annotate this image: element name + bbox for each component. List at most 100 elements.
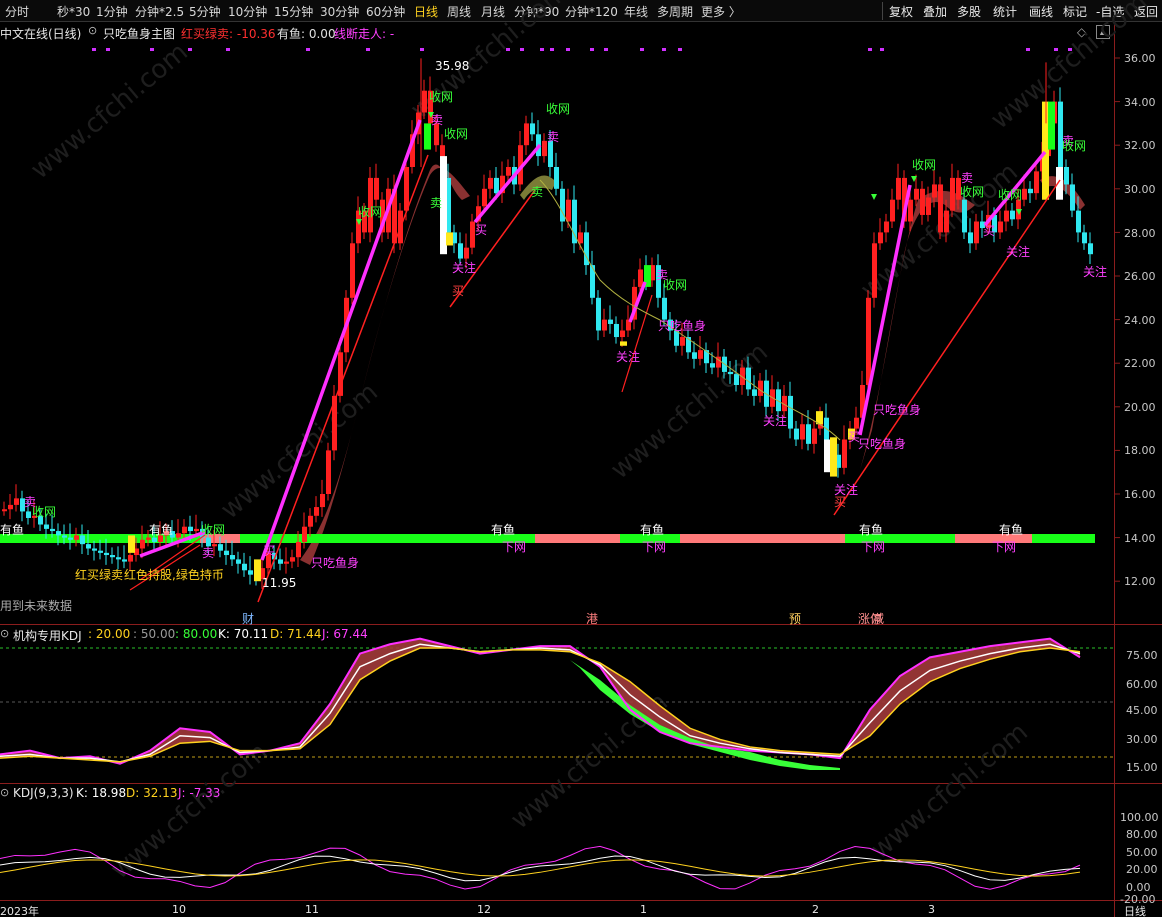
kdj-inst-legend-80: : 80.00 (175, 627, 218, 641)
signal-close-net: 收网 (912, 158, 937, 172)
date-label: 2 (812, 903, 819, 916)
strip-label-drop-net: 下网 (502, 540, 527, 554)
price-tick: 14.00 (1124, 532, 1156, 545)
candle-body (56, 531, 61, 536)
kdj-tick: 80.00 (1126, 828, 1158, 841)
price-tick: 12.00 (1124, 575, 1156, 588)
kdj-legend-d: D: 32.13 (126, 786, 178, 800)
signal-close-net: 收网 (32, 505, 57, 519)
candle-body (104, 552, 109, 556)
signal-dot (1054, 48, 1058, 51)
signal-candle (446, 232, 453, 246)
candle-body (728, 371, 733, 375)
candle-body (236, 559, 241, 564)
candle-body (248, 570, 253, 575)
kdj-inst-tick: 30.00 (1126, 733, 1158, 746)
candle-body (752, 389, 757, 396)
candlestick-chart[interactable]: www.cfchi.com www.cfchi.comwww.cfchi.comw… (0, 0, 1162, 917)
signal-buy: 买 (983, 224, 996, 238)
signal-close-net: 收网 (444, 127, 469, 141)
kdj-inst-legend-d: D: 71.44 (270, 627, 322, 641)
signal-sell: 卖 (430, 196, 443, 210)
candle-body (152, 537, 157, 542)
candle-body (182, 526, 187, 534)
event-label-forecast[interactable]: 预 (789, 610, 801, 627)
candle-body (1082, 232, 1087, 244)
candle-body (350, 243, 355, 298)
price-tick: 28.00 (1124, 227, 1156, 240)
signal-dot (540, 48, 544, 51)
kdj-name[interactable]: KDJ(9,3,3) (13, 786, 74, 800)
trend-line-magenta (260, 119, 422, 561)
candle-body (1070, 184, 1075, 211)
signal-candle (424, 123, 431, 150)
kdj-inst-legend-j: J: 67.44 (322, 627, 368, 641)
strip-label-drop-net: 下网 (992, 540, 1017, 554)
candle-body (86, 544, 91, 549)
price-tick: 18.00 (1124, 444, 1156, 457)
candle-body (884, 221, 889, 233)
date-label: 3 (928, 903, 935, 916)
strip-label-fish: 有鱼 (149, 523, 174, 537)
low-price-marker: 11.95 (262, 576, 297, 590)
period-label[interactable]: 日线 (1124, 903, 1146, 917)
candle-body (176, 533, 181, 538)
signal-dot (106, 48, 110, 51)
signal-candle (824, 439, 831, 473)
signal-candle (830, 437, 837, 477)
date-label: 11 (305, 903, 319, 916)
candle-body (794, 428, 799, 440)
candle-body (1004, 210, 1009, 222)
signal-dot (1026, 48, 1030, 51)
event-label-hk[interactable]: 港 (586, 610, 598, 627)
candle-body (494, 177, 499, 194)
candle-body (464, 247, 469, 259)
candle-body (614, 323, 619, 338)
signal-close-net: 收网 (358, 205, 383, 219)
candle-body (50, 528, 55, 532)
candle-body (1034, 171, 1039, 194)
kdj-inst-name[interactable]: 机构专用KDJ (13, 627, 82, 644)
kdj-inst-settings-icon[interactable]: ⊙ (0, 627, 9, 640)
strip-label-drop-net: 下网 (642, 540, 667, 554)
candle-body (926, 197, 931, 215)
signal-dot (640, 48, 644, 51)
signal-fish-body: 只吃鱼身 (858, 437, 907, 451)
candle-body (812, 428, 817, 444)
watermark-text: www.cfchi.com (865, 717, 1034, 865)
strip-label-fish: 有鱼 (999, 523, 1024, 537)
watermark-text: www.cfchi.com (25, 37, 194, 185)
event-label-reduce[interactable]: 减 (872, 610, 884, 627)
signal-candle (128, 535, 135, 553)
candle-body (734, 374, 739, 385)
signal-buy: 买 (475, 223, 488, 237)
signal-close-net: 收网 (663, 278, 688, 292)
event-label-finance[interactable]: 财 (242, 610, 254, 627)
signal-close-net: 收网 (201, 523, 226, 537)
signal-dot (678, 48, 682, 51)
price-tick: 36.00 (1124, 52, 1156, 65)
signal-lines (129, 112, 1061, 603)
signal-watch: 关注 (1083, 265, 1108, 279)
strip-label-fish: 有鱼 (859, 523, 884, 537)
candle-body (8, 504, 13, 510)
candle-body (218, 544, 223, 551)
kdj-inst-legend-50: : 50.00 (133, 627, 176, 641)
candle-body (596, 297, 601, 331)
signal-dot (880, 48, 884, 51)
price-tick: 22.00 (1124, 357, 1156, 370)
date-label: 12 (477, 903, 491, 916)
watermark-text: www.cfchi.com (985, 0, 1154, 135)
signal-fish-body: 只吃鱼身 (311, 556, 360, 570)
signal-close-net: 收网 (546, 102, 571, 116)
candle-body (98, 550, 103, 553)
signal-sell: 卖 (202, 546, 215, 560)
strip-segment (1058, 534, 1095, 543)
candle-body (746, 367, 751, 390)
candle-body (680, 337, 685, 346)
candle-body (404, 167, 409, 211)
candle-body (692, 352, 697, 359)
signal-watch: 关注 (763, 414, 788, 428)
kdj-settings-icon[interactable]: ⊙ (0, 786, 9, 799)
candle-body (602, 319, 607, 331)
